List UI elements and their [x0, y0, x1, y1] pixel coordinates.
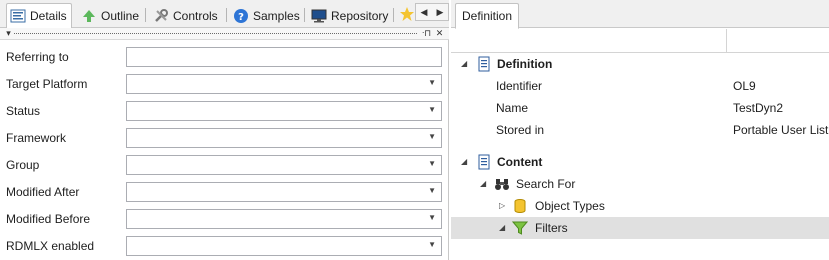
field-label: Modified After [6, 185, 80, 199]
property-name: Name [496, 101, 529, 115]
collapse-triangle-icon[interactable]: ◢ [461, 59, 467, 68]
modified-after-dropdown[interactable]: ▼ [126, 182, 442, 202]
field-label: Referring to [6, 50, 69, 64]
tab-separator [304, 8, 305, 22]
chevron-down-icon: ▼ [428, 240, 436, 249]
field-label: Group [6, 158, 40, 172]
funnel-icon [511, 220, 529, 236]
tab-scroll-buttons: ◀ ▶ [415, 3, 449, 21]
controls-icon [153, 8, 169, 24]
property-row[interactable]: Name TestDyn2 [451, 97, 829, 119]
form-row-group: Group ▼ [0, 154, 449, 176]
search-panel: Details Outline Controls ? Samples Repos… [0, 0, 449, 260]
close-icon[interactable]: ✕ [434, 28, 445, 39]
document-icon [476, 154, 492, 170]
field-label: Framework [6, 131, 67, 145]
tab-label: Definition [462, 9, 513, 23]
form-row-modified-after: Modified After ▼ [0, 181, 449, 203]
collapse-triangle-icon[interactable]: ◢ [499, 223, 505, 232]
collapse-triangle-icon[interactable]: ◢ [480, 179, 486, 188]
definition-panel: Definition ◢ Definition Identifier OL9 N… [451, 0, 829, 260]
tab-label: Outline [101, 8, 140, 23]
rdmlx-enabled-dropdown[interactable]: ▼ [126, 236, 442, 256]
column-splitter[interactable] [726, 29, 727, 53]
group-dropdown[interactable]: ▼ [126, 155, 442, 175]
form-row-referring-to: Referring to [0, 46, 449, 68]
property-value: OL9 [733, 79, 756, 93]
tab-label: Controls [173, 8, 218, 23]
node-label: Object Types [535, 199, 605, 213]
star-icon[interactable] [399, 6, 415, 22]
property-row[interactable]: Identifier OL9 [451, 75, 829, 97]
tab-outline[interactable]: Outline [78, 3, 143, 28]
scroll-left-icon[interactable]: ◀ [421, 7, 428, 18]
form-row-framework: Framework ▼ [0, 127, 449, 149]
tree-node-search-for[interactable]: ◢ Search For [451, 173, 829, 195]
database-icon [512, 198, 528, 214]
chevron-down-icon: ▼ [428, 159, 436, 168]
tab-samples[interactable]: ? Samples [230, 3, 304, 28]
monitor-icon [311, 8, 327, 24]
left-tabstrip: Details Outline Controls ? Samples Repos… [0, 0, 449, 29]
form-row-target-platform: Target Platform ▼ [0, 73, 449, 95]
tab-details[interactable]: Details [6, 3, 72, 29]
property-value: Portable User List [733, 123, 829, 137]
field-label: Modified Before [6, 212, 91, 226]
svg-text:?: ? [238, 12, 244, 23]
panel-header: ▾ ᐧ⊓ ✕ [0, 28, 449, 40]
property-value: TestDyn2 [733, 101, 784, 115]
property-name: Identifier [496, 79, 543, 93]
details-icon [10, 8, 26, 24]
tab-label: Details [30, 9, 67, 23]
tab-controls[interactable]: Controls [150, 3, 222, 28]
tab-separator [145, 8, 146, 22]
chevron-down-icon: ▼ [428, 213, 436, 222]
tab-definition[interactable]: Definition [455, 3, 520, 29]
chevron-down-icon: ▼ [428, 132, 436, 141]
target-platform-dropdown[interactable]: ▼ [126, 74, 442, 94]
property-name: Stored in [496, 123, 545, 137]
tab-separator [226, 8, 227, 22]
chevron-down-icon: ▼ [428, 105, 436, 114]
framework-dropdown[interactable]: ▼ [126, 128, 442, 148]
field-label: RDMLX enabled [6, 239, 95, 253]
chevron-down-icon: ▼ [428, 78, 436, 87]
group-label: Definition [497, 57, 553, 71]
form-row-modified-before: Modified Before ▼ [0, 208, 449, 230]
form-row-status: Status ▼ [0, 100, 449, 122]
node-label: Search For [516, 177, 576, 191]
collapse-triangle-icon[interactable]: ◢ [461, 157, 467, 166]
panel-menu-icon[interactable]: ▾ [3, 28, 14, 39]
tab-label: Samples [253, 8, 300, 23]
help-icon: ? [233, 8, 249, 24]
group-label: Content [497, 155, 543, 169]
chevron-down-icon: ▼ [428, 186, 436, 195]
referring-to-input[interactable] [126, 47, 442, 67]
tree-group-definition[interactable]: ◢ Definition [451, 53, 829, 75]
document-icon [476, 56, 492, 72]
property-row[interactable]: Stored in Portable User List [451, 119, 829, 141]
grid-header [451, 29, 829, 53]
binoculars-icon [494, 176, 510, 192]
drag-handle[interactable] [14, 33, 417, 35]
modified-before-dropdown[interactable]: ▼ [126, 209, 442, 229]
tab-separator [393, 8, 394, 22]
expand-triangle-icon[interactable]: ▷ [499, 201, 505, 210]
field-label: Target Platform [6, 77, 88, 91]
form-row-rdmlx-enabled: RDMLX enabled ▼ [0, 235, 449, 257]
tree-group-content[interactable]: ◢ Content [451, 151, 829, 173]
field-label: Status [6, 104, 41, 118]
tree-node-filters[interactable]: ◢ Filters [451, 217, 829, 239]
status-dropdown[interactable]: ▼ [126, 101, 442, 121]
tab-repository[interactable]: Repository [308, 3, 392, 28]
right-tabstrip: Definition [451, 0, 829, 29]
node-label: Filters [535, 221, 568, 235]
tab-label: Repository [331, 8, 389, 23]
tree-node-object-types[interactable]: ▷ Object Types [451, 195, 829, 217]
scroll-right-icon[interactable]: ▶ [437, 7, 444, 18]
outline-icon [81, 8, 97, 24]
pin-icon[interactable]: ᐧ⊓ [421, 28, 432, 39]
